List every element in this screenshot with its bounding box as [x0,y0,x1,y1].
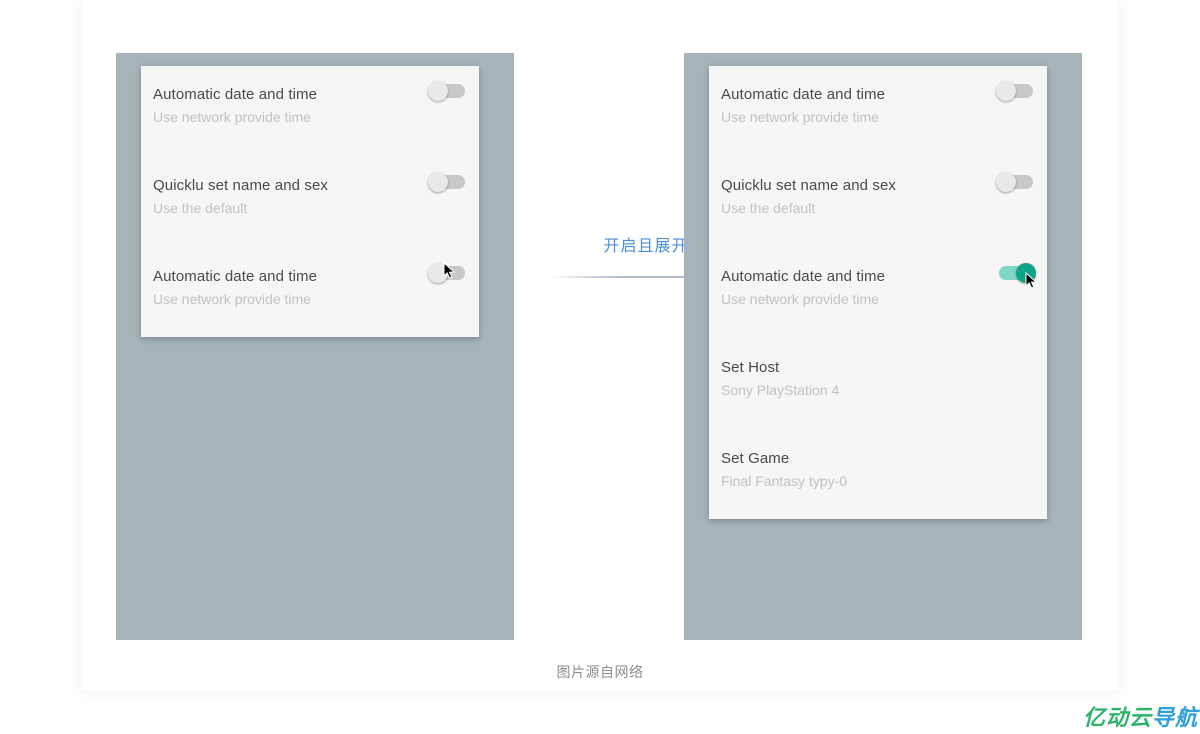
setting-subtitle: Final Fantasy typy-0 [721,473,1029,489]
setting-subtitle: Use the default [721,200,1029,216]
setting-row[interactable]: Automatic date and time Use network prov… [141,74,479,137]
setting-subtitle: Use the default [153,200,461,216]
setting-row[interactable]: Automatic date and time Use network prov… [141,256,479,319]
after-panel: Automatic date and time Use network prov… [684,53,1082,640]
setting-row[interactable]: Quicklu set name and sex Use the default [709,165,1047,228]
before-settings-card: Automatic date and time Use network prov… [141,66,479,337]
setting-row[interactable]: Automatic date and time Use network prov… [709,256,1047,319]
setting-title: Automatic date and time [721,86,1029,103]
before-panel: Automatic date and time Use network prov… [116,53,514,640]
figure-container: Automatic date and time Use network prov… [82,0,1118,690]
watermark: 亿动云导航 [1083,700,1198,732]
toggle-switch[interactable] [999,266,1033,280]
toggle-switch[interactable] [431,266,465,280]
watermark-part2: 导航 [1152,705,1198,730]
setting-row[interactable]: Set Host Sony PlayStation 4 [709,347,1047,410]
watermark-part1: 亿动云 [1083,705,1152,730]
setting-title: Automatic date and time [153,86,461,103]
toggle-knob [428,81,448,101]
toggle-knob [428,263,448,283]
setting-subtitle: Use network provide time [721,109,1029,125]
toggle-switch[interactable] [431,84,465,98]
toggle-knob [428,172,448,192]
setting-subtitle: Sony PlayStation 4 [721,382,1029,398]
setting-row[interactable]: Quicklu set name and sex Use the default [141,165,479,228]
setting-title: Automatic date and time [153,268,461,285]
setting-row[interactable]: Automatic date and time Use network prov… [709,74,1047,137]
setting-subtitle: Use network provide time [153,291,461,307]
after-settings-card: Automatic date and time Use network prov… [709,66,1047,519]
toggle-switch[interactable] [431,175,465,189]
setting-subtitle: Use network provide time [721,291,1029,307]
setting-title: Quicklu set name and sex [721,177,1029,194]
setting-subtitle: Use network provide time [153,109,461,125]
figure-caption: 图片源自网络 [82,662,1118,682]
toggle-knob [996,172,1016,192]
setting-title: Automatic date and time [721,268,1029,285]
toggle-knob [996,81,1016,101]
toggle-knob [1016,263,1036,283]
toggle-switch[interactable] [999,175,1033,189]
setting-title: Set Game [721,450,1029,467]
stage: Automatic date and time Use network prov… [0,0,1200,734]
toggle-switch[interactable] [999,84,1033,98]
setting-row[interactable]: Set Game Final Fantasy typy-0 [709,438,1047,501]
setting-title: Quicklu set name and sex [153,177,461,194]
setting-title: Set Host [721,359,1029,376]
